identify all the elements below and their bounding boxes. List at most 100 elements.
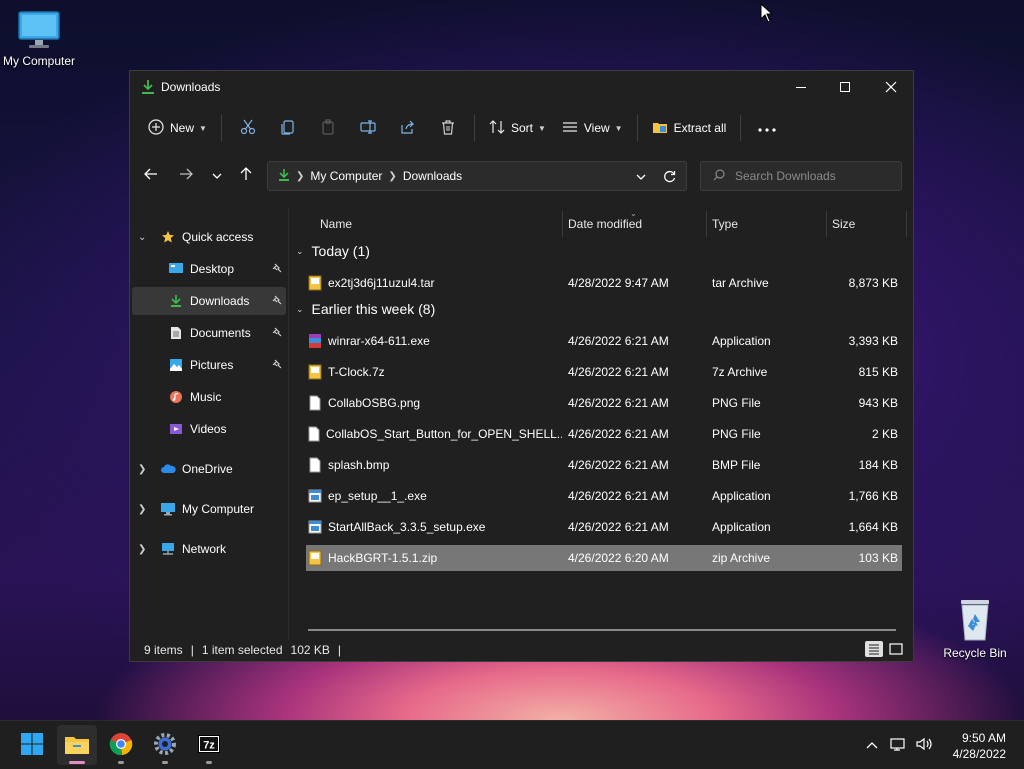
group-title: Today (1) <box>311 243 370 259</box>
file-row-selected[interactable]: HackBGRT-1.5.1.zip 4/26/2022 6:20 AM zip… <box>306 545 902 571</box>
file-row[interactable]: ex2tj3d6j11uzul4.tar 4/28/2022 9:47 AM t… <box>306 270 902 296</box>
details-view-button[interactable] <box>865 641 883 657</box>
file-name: HackBGRT-1.5.1.zip <box>328 551 438 565</box>
column-divider[interactable] <box>826 211 827 237</box>
file-date: 4/26/2022 6:21 AM <box>568 365 669 379</box>
up-button[interactable] <box>231 160 261 190</box>
column-header-date-modified[interactable]: Date modified <box>568 209 642 239</box>
sort-button[interactable]: Sort ▼ <box>481 112 554 144</box>
sidebar-item-my-computer[interactable]: ❯ My Computer <box>130 495 286 523</box>
search-placeholder: Search Downloads <box>735 169 836 183</box>
more-options-button[interactable] <box>747 112 787 144</box>
file-explorer-window: Downloads New ▼ Sort ▼ View ▼ Extract al… <box>129 70 914 662</box>
paste-button[interactable] <box>308 112 348 144</box>
copy-button[interactable] <box>268 112 308 144</box>
file-row[interactable]: StartAllBack_3.3.5_setup.exe 4/26/2022 6… <box>306 514 902 540</box>
column-divider[interactable] <box>706 211 707 237</box>
sidebar-item-label: Desktop <box>190 262 235 276</box>
taskbar-chrome[interactable] <box>101 725 141 765</box>
extract-all-button[interactable]: Extract all <box>644 112 735 144</box>
file-row[interactable]: CollabOSBG.png 4/26/2022 6:21 AM PNG Fil… <box>306 390 902 416</box>
column-divider[interactable] <box>906 211 907 237</box>
close-button[interactable] <box>868 71 914 103</box>
taskbar-7zip[interactable]: 7z <box>189 725 229 765</box>
archive-icon <box>308 550 322 566</box>
sidebar-item-network[interactable]: ❯ Network <box>130 535 286 563</box>
chevron-right-icon[interactable]: ❯ <box>138 464 146 475</box>
address-bar[interactable]: ❯ My Computer ❯ Downloads <box>267 161 687 191</box>
toolbar-divider <box>220 115 222 141</box>
group-header-today[interactable]: ⌄ Today (1) <box>296 243 370 259</box>
file-type: BMP File <box>712 458 761 472</box>
clock-date: 4/28/2022 <box>952 747 1006 761</box>
desktop-icon-recycle-bin[interactable]: Recycle Bin <box>933 596 1017 660</box>
sidebar-item-music[interactable]: Music <box>132 383 286 411</box>
network-status-icon[interactable] <box>890 737 908 754</box>
file-name: ex2tj3d6j11uzul4.tar <box>328 276 435 290</box>
back-button[interactable] <box>136 160 166 190</box>
column-header-type[interactable]: Type <box>712 209 738 239</box>
taskbar-file-explorer[interactable] <box>57 725 97 765</box>
file-size: 8,873 KB <box>848 276 898 290</box>
group-header-earlier-this-week[interactable]: ⌄ Earlier this week (8) <box>296 301 435 317</box>
system-tray <box>866 721 934 769</box>
cloud-icon <box>160 461 176 477</box>
desktop-icon-my-computer[interactable]: My Computer <box>0 10 81 68</box>
delete-button[interactable] <box>428 112 468 144</box>
horizontal-scrollbar[interactable] <box>308 629 896 631</box>
refresh-icon[interactable] <box>663 170 676 186</box>
status-divider: | <box>337 643 342 657</box>
view-button[interactable]: View ▼ <box>554 112 631 144</box>
sidebar-item-desktop[interactable]: Desktop <box>132 255 286 283</box>
sidebar-item-label: Quick access <box>182 230 254 244</box>
file-type: Application <box>712 489 771 503</box>
column-header-name[interactable]: Name <box>320 209 352 239</box>
title-bar[interactable]: Downloads <box>130 71 913 103</box>
file-row[interactable]: T-Clock.7z 4/26/2022 6:21 AM 7z Archive … <box>306 359 902 385</box>
taskbar-settings[interactable] <box>145 725 185 765</box>
file-row[interactable]: splash.bmp 4/26/2022 6:21 AM BMP File 18… <box>306 452 902 478</box>
volume-icon[interactable] <box>916 737 934 754</box>
sidebar-item-downloads[interactable]: Downloads <box>132 287 286 315</box>
show-hidden-icons-icon[interactable] <box>866 738 878 752</box>
column-divider[interactable] <box>562 211 563 237</box>
pane-splitter[interactable] <box>288 209 289 639</box>
forward-button[interactable] <box>171 160 201 190</box>
breadcrumb-downloads[interactable]: Downloads <box>403 169 462 183</box>
sidebar-item-onedrive[interactable]: ❯ OneDrive <box>130 455 286 483</box>
address-dropdown-icon[interactable] <box>636 169 646 183</box>
file-type: zip Archive <box>712 551 771 565</box>
taskbar-clock[interactable]: 9:50 AM 4/28/2022 <box>953 730 1006 762</box>
start-button[interactable] <box>12 725 52 765</box>
sidebar-item-quick-access[interactable]: ⌄ Quick access <box>130 223 286 251</box>
computer-icon <box>160 501 176 517</box>
column-header-size[interactable]: Size <box>832 209 855 239</box>
file-date: 4/26/2022 6:21 AM <box>568 458 669 472</box>
new-button[interactable]: New ▼ <box>140 112 215 144</box>
new-label: New <box>170 121 195 135</box>
breadcrumb-my-computer[interactable]: My Computer <box>310 169 382 183</box>
file-row[interactable]: winrar-x64-611.exe 4/26/2022 6:21 AM App… <box>306 328 902 354</box>
maximize-button[interactable] <box>822 71 868 103</box>
sidebar-item-pictures[interactable]: Pictures <box>132 351 286 379</box>
recent-locations-button[interactable] <box>202 160 232 190</box>
chevron-down-icon: ⌄ <box>296 303 304 314</box>
chevron-down-icon[interactable]: ⌄ <box>138 232 146 243</box>
sidebar-item-videos[interactable]: Videos <box>132 415 286 443</box>
windows-logo-icon <box>20 732 44 759</box>
more-icon <box>758 121 776 135</box>
search-input[interactable]: Search Downloads <box>700 161 902 191</box>
cut-button[interactable] <box>228 112 268 144</box>
rename-button[interactable] <box>348 112 388 144</box>
chevron-right-icon[interactable]: ❯ <box>138 544 146 555</box>
minimize-button[interactable] <box>778 71 824 103</box>
sidebar-item-documents[interactable]: Documents <box>132 319 286 347</box>
status-size: 102 KB <box>290 643 330 657</box>
file-row[interactable]: CollabOS_Start_Button_for_OPEN_SHELL....… <box>306 421 902 447</box>
svg-text:7z: 7z <box>203 739 215 751</box>
chevron-right-icon[interactable]: ❯ <box>138 504 146 515</box>
file-list: Name ⌄ Date modified Type Size ⌄ Today (… <box>290 209 913 639</box>
tiles-view-button[interactable] <box>887 641 905 657</box>
share-button[interactable] <box>388 112 428 144</box>
file-row[interactable]: ep_setup__1_.exe 4/26/2022 6:21 AM Appli… <box>306 483 902 509</box>
